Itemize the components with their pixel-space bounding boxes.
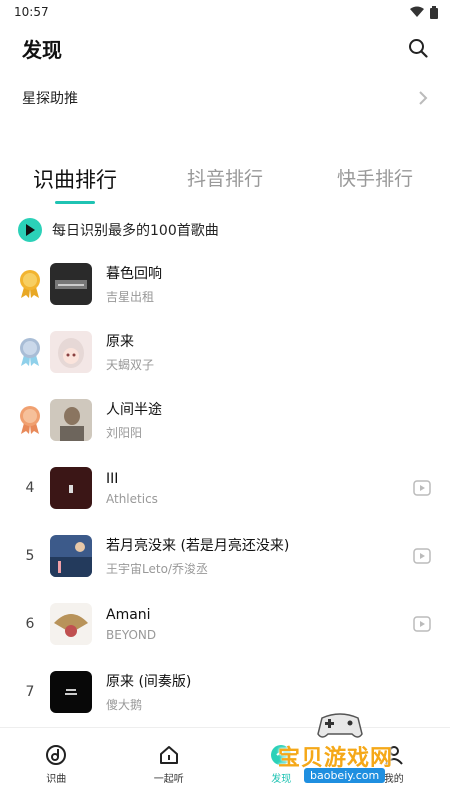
song-title: 原来 (间奏版) xyxy=(106,674,192,690)
nav-label: 识曲 xyxy=(46,773,67,785)
tab-kuaishou-ranking[interactable]: 快手排行 xyxy=(300,158,450,206)
play-all-row[interactable]: 每日识别最多的100首歌曲 xyxy=(0,214,450,246)
search-button[interactable] xyxy=(406,36,430,60)
song-row[interactable]: 6 Amani BEYOND xyxy=(0,590,450,658)
video-play-icon xyxy=(413,616,431,632)
rank-medal xyxy=(16,337,44,367)
song-title: Amani xyxy=(106,606,151,623)
song-row[interactable]: 暮色回响 吉星出租 xyxy=(0,250,450,318)
home-icon xyxy=(159,745,178,764)
bronze-medal-icon xyxy=(20,406,40,434)
video-play-icon xyxy=(413,480,431,496)
star-promotion-label: 星探助推 xyxy=(22,91,78,107)
ranking-tabs: 识曲排行 抖音排行 快手排行 xyxy=(0,158,450,206)
album-cover xyxy=(50,263,92,305)
tab-active-indicator xyxy=(55,201,95,204)
tab-label: 快手排行 xyxy=(336,168,413,190)
nav-item-recognize[interactable]: 识曲 xyxy=(0,728,113,800)
tab-label: 抖音排行 xyxy=(186,168,263,190)
silver-medal-icon xyxy=(20,338,40,366)
status-bar: 10:57 xyxy=(0,0,450,24)
search-icon xyxy=(409,39,428,58)
song-artist: 傻大鹅 xyxy=(106,698,143,712)
song-row[interactable]: 原来 天蝎双子 xyxy=(0,318,450,386)
song-title: 原来 xyxy=(106,334,134,350)
song-row[interactable]: 4 III Athletics xyxy=(0,454,450,522)
bottom-nav: 识曲 一起听 发现 我的 xyxy=(0,727,450,800)
chevron-right-icon xyxy=(419,91,428,105)
play-all-button[interactable] xyxy=(18,218,42,242)
album-cover xyxy=(50,671,92,713)
song-artist: 天蝎双子 xyxy=(106,358,155,372)
video-button[interactable] xyxy=(412,478,432,498)
nav-label: 一起听 xyxy=(153,773,184,785)
video-button[interactable] xyxy=(412,614,432,634)
nav-label: 发现 xyxy=(271,773,292,785)
battery-icon xyxy=(430,5,438,19)
video-button[interactable] xyxy=(412,546,432,566)
play-all-label: 每日识别最多的100首歌曲 xyxy=(52,223,219,239)
song-artist: 刘阳阳 xyxy=(106,426,143,440)
discover-icon xyxy=(271,744,292,765)
song-row[interactable]: 7 原来 (间奏版) 傻大鹅 xyxy=(0,658,450,726)
song-title: 人间半途 xyxy=(106,402,162,418)
gold-medal-icon xyxy=(20,270,40,298)
wifi-icon xyxy=(410,6,424,17)
star-promotion-row[interactable]: 星探助推 xyxy=(0,82,450,114)
profile-icon xyxy=(384,745,403,765)
header: 发现 xyxy=(0,30,450,66)
nav-item-discover[interactable]: 发现 xyxy=(225,728,338,800)
song-title: III xyxy=(106,470,119,487)
album-cover xyxy=(50,467,92,509)
rank-medal xyxy=(16,269,44,299)
song-artist: 吉星出租 xyxy=(106,290,155,304)
song-artist: 王宇宙Leto/乔浚丞 xyxy=(106,562,208,576)
tab-douyin-ranking[interactable]: 抖音排行 xyxy=(150,158,300,206)
video-play-icon xyxy=(413,548,431,564)
play-icon xyxy=(26,224,35,236)
tab-label: 识曲排行 xyxy=(33,168,117,192)
rank-number: 4 xyxy=(25,480,35,496)
nav-item-mine[interactable]: 我的 xyxy=(338,728,450,800)
song-title: 若月亮没来 (若是月亮还没来) xyxy=(106,538,290,554)
music-note-icon xyxy=(46,744,67,765)
rank-number: 5 xyxy=(25,548,35,564)
tab-recognition-ranking[interactable]: 识曲排行 xyxy=(0,158,150,206)
song-list: 暮色回响 吉星出租 原来 天蝎双子 人间半途 刘阳阳 4 III Athleti… xyxy=(0,250,450,726)
album-cover xyxy=(50,331,92,373)
album-cover xyxy=(50,399,92,441)
album-cover xyxy=(50,603,92,645)
nav-label: 我的 xyxy=(383,773,404,785)
song-row[interactable]: 5 若月亮没来 (若是月亮还没来) 王宇宙Leto/乔浚丞 xyxy=(0,522,450,590)
rank-medal xyxy=(16,405,44,435)
song-artist: Athletics xyxy=(106,491,158,506)
song-row[interactable]: 人间半途 刘阳阳 xyxy=(0,386,450,454)
song-title: 暮色回响 xyxy=(106,266,162,282)
album-cover xyxy=(50,535,92,577)
song-artist: BEYOND xyxy=(106,627,157,642)
status-time: 10:57 xyxy=(14,5,49,19)
page-title: 发现 xyxy=(22,37,62,62)
rank-number: 6 xyxy=(25,616,35,632)
rank-number: 7 xyxy=(25,684,35,700)
nav-item-listen-together[interactable]: 一起听 xyxy=(113,728,226,800)
status-icons xyxy=(410,5,438,19)
